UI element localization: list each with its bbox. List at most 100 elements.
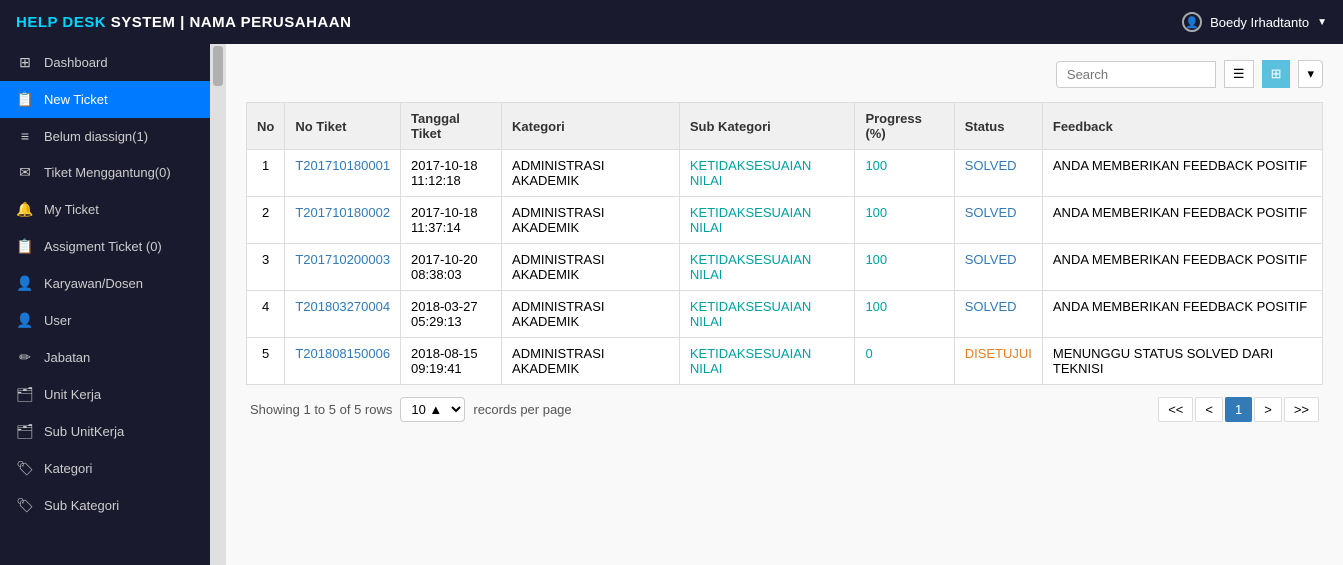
col-status: Status bbox=[954, 103, 1042, 150]
pagination-next-button[interactable]: > bbox=[1254, 397, 1282, 422]
pagination-prev-button[interactable]: < bbox=[1195, 397, 1223, 422]
cell-no: 1 bbox=[247, 150, 285, 197]
jabatan-icon: ✏ bbox=[16, 349, 34, 366]
sidebar-item-belum-diassign[interactable]: ≡ Belum diassign(1) bbox=[0, 118, 210, 154]
col-sub-kategori: Sub Kategori bbox=[679, 103, 855, 150]
sidebar-item-dashboard[interactable]: ⊞ Dashboard bbox=[0, 44, 210, 81]
cell-tanggal: 2017-10-18 11:12:18 bbox=[401, 150, 502, 197]
new-ticket-icon: 📋 bbox=[16, 91, 34, 108]
sidebar-item-label-jabatan: Jabatan bbox=[44, 350, 90, 365]
pagination-page-1-button[interactable]: 1 bbox=[1225, 397, 1252, 422]
sidebar-item-label-unit-kerja: Unit Kerja bbox=[44, 387, 101, 402]
cell-feedback: MENUNGGU STATUS SOLVED DARI TEKNISI bbox=[1042, 338, 1322, 385]
sidebar-item-label-new-ticket: New Ticket bbox=[44, 92, 108, 107]
sidebar-item-label-my-ticket: My Ticket bbox=[44, 202, 99, 217]
sidebar-item-assigment-ticket[interactable]: 📋 Assigment Ticket (0) bbox=[0, 228, 210, 265]
sidebar-item-label-assigment-ticket: Assigment Ticket (0) bbox=[44, 239, 162, 254]
pagination-last-button[interactable]: >> bbox=[1284, 397, 1319, 422]
sidebar-item-label-kategori: Kategori bbox=[44, 461, 92, 476]
topnav: HELP DESK SYSTEM | NAMA PERUSAHAAN 👤 Boe… bbox=[0, 0, 1343, 44]
sidebar-item-sub-kategori[interactable]: 🏷 Sub Kategori bbox=[0, 487, 210, 524]
ticket-link[interactable]: T201710200003 bbox=[295, 252, 390, 267]
cell-no-tiket[interactable]: T201808150006 bbox=[285, 338, 401, 385]
pagination-first-button[interactable]: << bbox=[1158, 397, 1193, 422]
table-footer: Showing 1 to 5 of 5 rows 10 ▲ 25 50 reco… bbox=[246, 385, 1323, 434]
sidebar-item-my-ticket[interactable]: 🔔 My Ticket bbox=[0, 191, 210, 228]
sidebar-item-label-belum-diassign: Belum diassign(1) bbox=[44, 129, 148, 144]
toolbar: ☰ ⊞ ▾ bbox=[246, 60, 1323, 88]
cell-sub-kategori: KETIDAKSESUAIAN NILAI bbox=[679, 150, 855, 197]
cell-no-tiket[interactable]: T201710180001 bbox=[285, 150, 401, 197]
tiket-menggantung-icon: ✉ bbox=[16, 164, 34, 181]
cell-no-tiket[interactable]: T201803270004 bbox=[285, 291, 401, 338]
sub-unitkerja-icon: 🗂 bbox=[16, 423, 34, 440]
user-menu[interactable]: 👤 Boedy Irhadtanto ▼ bbox=[1182, 12, 1327, 32]
per-page-select[interactable]: 10 ▲ 25 50 bbox=[400, 397, 465, 422]
scroll-indicator bbox=[210, 44, 226, 565]
sidebar-item-new-ticket[interactable]: 📋 New Ticket bbox=[0, 81, 210, 118]
cell-kategori: ADMINISTRASI AKADEMIK bbox=[502, 291, 680, 338]
cell-feedback: ANDA MEMBERIKAN FEEDBACK POSITIF bbox=[1042, 197, 1322, 244]
ticket-link[interactable]: T201710180002 bbox=[295, 205, 390, 220]
cell-progress: 100 bbox=[855, 291, 954, 338]
belum-diassign-icon: ≡ bbox=[16, 128, 34, 144]
showing-label: Showing 1 to 5 of 5 rows bbox=[250, 402, 392, 417]
sidebar-item-label-karyawan-dosen: Karyawan/Dosen bbox=[44, 276, 143, 291]
sidebar-item-sub-unitkerja[interactable]: 🗂Sub UnitKerja bbox=[0, 413, 210, 450]
sub-kategori-icon: 🏷 bbox=[16, 497, 34, 514]
cell-tanggal: 2018-03-27 05:29:13 bbox=[401, 291, 502, 338]
view-grid-button[interactable]: ⊞ bbox=[1262, 60, 1291, 88]
cell-kategori: ADMINISTRASI AKADEMIK bbox=[502, 338, 680, 385]
layout: ⊞ Dashboard 📋 New Ticket ≡ Belum diassign(1) ✉… bbox=[0, 44, 1343, 565]
assigment-ticket-icon: 📋 bbox=[16, 238, 34, 255]
dashboard-icon: ⊞ bbox=[16, 54, 34, 71]
col-no: No bbox=[247, 103, 285, 150]
user-avatar-icon: 👤 bbox=[1182, 12, 1202, 32]
sidebar-item-jabatan[interactable]: ✏ Jabatan bbox=[0, 339, 210, 376]
sidebar-item-unit-kerja[interactable]: 🗂 Unit Kerja bbox=[0, 376, 210, 413]
cell-kategori: ADMINISTRASI AKADEMIK bbox=[502, 150, 680, 197]
cell-progress: 100 bbox=[855, 150, 954, 197]
cell-status: SOLVED bbox=[954, 244, 1042, 291]
table-row: 2T2017101800022017-10-18 11:37:14ADMINIS… bbox=[247, 197, 1323, 244]
my-ticket-icon: 🔔 bbox=[16, 201, 34, 218]
cell-tanggal: 2018-08-15 09:19:41 bbox=[401, 338, 502, 385]
cell-sub-kategori: KETIDAKSESUAIAN NILAI bbox=[679, 197, 855, 244]
cell-progress: 0 bbox=[855, 338, 954, 385]
unit-kerja-icon: 🗂 bbox=[16, 386, 34, 403]
ticket-link[interactable]: T201710180001 bbox=[295, 158, 390, 173]
view-dropdown-button[interactable]: ▾ bbox=[1298, 60, 1323, 88]
brand: HELP DESK SYSTEM | NAMA PERUSAHAAN bbox=[16, 14, 351, 31]
sidebar: ⊞ Dashboard 📋 New Ticket ≡ Belum diassign(1) ✉… bbox=[0, 44, 210, 565]
cell-feedback: ANDA MEMBERIKAN FEEDBACK POSITIF bbox=[1042, 150, 1322, 197]
main-inner: ☰ ⊞ ▾ No No Tiket Tanggal Tiket Kategori… bbox=[226, 44, 1343, 565]
cell-sub-kategori: KETIDAKSESUAIAN NILAI bbox=[679, 291, 855, 338]
cell-no: 3 bbox=[247, 244, 285, 291]
sidebar-item-kategori[interactable]: 🏷 Kategori bbox=[0, 450, 210, 487]
tickets-table: No No Tiket Tanggal Tiket Kategori Sub K… bbox=[246, 102, 1323, 385]
table-header: No No Tiket Tanggal Tiket Kategori Sub K… bbox=[247, 103, 1323, 150]
sidebar-item-label-tiket-menggantung: Tiket Menggantung(0) bbox=[44, 165, 171, 180]
ticket-link[interactable]: T201803270004 bbox=[295, 299, 390, 314]
sidebar-item-tiket-menggantung[interactable]: ✉ Tiket Menggantung(0) bbox=[0, 154, 210, 191]
brand-company: NAMA PERUSAHAAN bbox=[189, 14, 351, 31]
cell-no: 5 bbox=[247, 338, 285, 385]
cell-no-tiket[interactable]: T201710180002 bbox=[285, 197, 401, 244]
sidebar-item-user[interactable]: 👤User bbox=[0, 302, 210, 339]
cell-progress: 100 bbox=[855, 197, 954, 244]
table-body: 1T2017101800012017-10-18 11:12:18ADMINIS… bbox=[247, 150, 1323, 385]
view-list-button[interactable]: ☰ bbox=[1224, 60, 1254, 88]
ticket-link[interactable]: T201808150006 bbox=[295, 346, 390, 361]
cell-no-tiket[interactable]: T201710200003 bbox=[285, 244, 401, 291]
sidebar-item-label-dashboard: Dashboard bbox=[44, 55, 108, 70]
kategori-icon: 🏷 bbox=[16, 460, 34, 477]
cell-status: DISETUJUI bbox=[954, 338, 1042, 385]
table-row: 4T2018032700042018-03-27 05:29:13ADMINIS… bbox=[247, 291, 1323, 338]
cell-status: SOLVED bbox=[954, 150, 1042, 197]
cell-sub-kategori: KETIDAKSESUAIAN NILAI bbox=[679, 244, 855, 291]
sidebar-item-label-sub-kategori: Sub Kategori bbox=[44, 498, 119, 513]
sidebar-item-karyawan-dosen[interactable]: 👤Karyawan/Dosen bbox=[0, 265, 210, 302]
cell-status: SOLVED bbox=[954, 291, 1042, 338]
search-input[interactable] bbox=[1056, 61, 1216, 88]
cell-tanggal: 2017-10-20 08:38:03 bbox=[401, 244, 502, 291]
